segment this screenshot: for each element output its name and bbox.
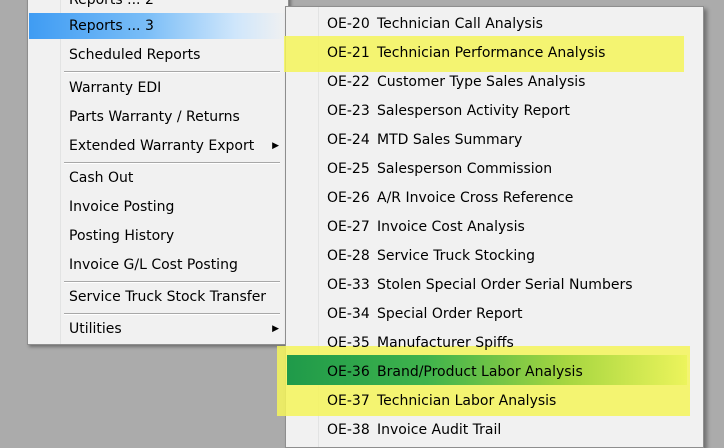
report-code: OE-27: [327, 219, 370, 235]
menu-separator: [64, 281, 280, 283]
menu-item-cash-out[interactable]: Cash Out: [61, 165, 285, 191]
report-label: Invoice Audit Trail: [377, 422, 502, 438]
report-label: Brand/Product Labor Analysis: [377, 364, 583, 380]
menu-item-label: Cash Out: [69, 170, 134, 186]
report-code: OE-24: [327, 132, 370, 148]
menu-item-scheduled-reports[interactable]: Scheduled Reports: [61, 42, 285, 68]
report-label: Technician Labor Analysis: [377, 393, 557, 409]
report-code: OE-36: [327, 364, 370, 380]
report-code: OE-21: [327, 45, 370, 61]
submenu-arrow-icon: ▶: [272, 324, 279, 334]
menu-item-warranty-edi[interactable]: Warranty EDI: [61, 75, 285, 101]
menu-separator: [64, 162, 280, 164]
menu-item-reports-2[interactable]: Reports ... 2: [61, 0, 285, 13]
menu-item-oe-36[interactable]: OE-36 Brand/Product Labor Analysis: [319, 358, 689, 387]
report-label: Salesperson Activity Report: [377, 103, 570, 119]
report-code: OE-25: [327, 161, 370, 177]
menu-item-parts-warranty-returns[interactable]: Parts Warranty / Returns: [61, 104, 285, 130]
menu-separator: [64, 71, 280, 73]
report-label: MTD Sales Summary: [377, 132, 523, 148]
report-label: Invoice Cost Analysis: [377, 219, 525, 235]
menu-item-label: Extended Warranty Export: [69, 138, 255, 154]
menu-item-oe-25[interactable]: OE-25 Salesperson Commission: [319, 155, 689, 184]
menu-item-oe-27[interactable]: OE-27 Invoice Cost Analysis: [319, 213, 689, 242]
menu-item-oe-23[interactable]: OE-23 Salesperson Activity Report: [319, 97, 689, 126]
report-code: OE-26: [327, 190, 370, 206]
report-code: OE-34: [327, 306, 370, 322]
report-label: Special Order Report: [377, 306, 523, 322]
menu-item-oe-38[interactable]: OE-38 Invoice Audit Trail: [319, 416, 689, 445]
menu-item-label: Posting History: [69, 228, 175, 244]
report-label: Manufacturer Spiffs: [377, 335, 514, 351]
menu-item-oe-35[interactable]: OE-35 Manufacturer Spiffs: [319, 329, 689, 358]
menu-item-oe-28[interactable]: OE-28 Service Truck Stocking: [319, 242, 689, 271]
report-label: Salesperson Commission: [377, 161, 553, 177]
menu-item-oe-34[interactable]: OE-34 Special Order Report: [319, 300, 689, 329]
menu-gutter: [28, 0, 60, 344]
menu-item-label: Reports ... 2: [69, 0, 154, 8]
menu-item-service-truck-stock-transfer[interactable]: Service Truck Stock Transfer: [61, 284, 285, 310]
report-label: Customer Type Sales Analysis: [377, 74, 586, 90]
menu-item-label: Invoice Posting: [69, 199, 175, 215]
menu-item-oe-20[interactable]: OE-20 Technician Call Analysis: [319, 10, 689, 39]
menu-item-posting-history[interactable]: Posting History: [61, 223, 285, 249]
report-label: Stolen Special Order Serial Numbers: [377, 277, 633, 293]
report-code: OE-38: [327, 422, 370, 438]
menu-item-reports-3[interactable]: Reports ... 3: [29, 13, 287, 39]
report-code: OE-33: [327, 277, 370, 293]
report-code: OE-28: [327, 248, 370, 264]
menu-item-oe-26[interactable]: OE-26 A/R Invoice Cross Reference: [319, 184, 689, 213]
menu-item-invoice-gl-cost-posting[interactable]: Invoice G/L Cost Posting: [61, 252, 285, 278]
parent-menu: Reports ... 2 Reports ... 3 Scheduled Re…: [27, 0, 289, 345]
menu-item-invoice-posting[interactable]: Invoice Posting: [61, 194, 285, 220]
report-code: OE-23: [327, 103, 370, 119]
report-code: OE-37: [327, 393, 370, 409]
menu-item-utilities[interactable]: Utilities ▶: [61, 316, 285, 342]
menu-item-label: Scheduled Reports: [69, 47, 201, 63]
report-code: OE-22: [327, 74, 370, 90]
report-label: Technician Call Analysis: [377, 16, 543, 32]
submenu-arrow-icon: ▶: [272, 141, 279, 151]
menu-item-oe-37[interactable]: OE-37 Technician Labor Analysis: [319, 387, 689, 416]
report-label: Technician Performance Analysis: [377, 45, 606, 61]
menu-separator: [64, 313, 280, 315]
menu-item-label: Utilities: [69, 321, 122, 337]
menu-item-oe-22[interactable]: OE-22 Customer Type Sales Analysis: [319, 68, 689, 97]
submenu-items: OE-20 Technician Call Analysis OE-21 Techn…: [285, 6, 702, 446]
menu-item-oe-24[interactable]: OE-24 MTD Sales Summary: [319, 126, 689, 155]
report-code: OE-20: [327, 16, 370, 32]
report-code: OE-35: [327, 335, 370, 351]
report-label: Service Truck Stocking: [377, 248, 535, 264]
report-label: A/R Invoice Cross Reference: [377, 190, 574, 206]
menu-item-oe-33[interactable]: OE-33 Stolen Special Order Serial Numbers: [319, 271, 689, 300]
menu-item-extended-warranty-export[interactable]: Extended Warranty Export ▶: [61, 133, 285, 159]
menu-item-label: Warranty EDI: [69, 80, 162, 96]
menu-item-label: Reports ... 3: [69, 18, 154, 34]
menu-item-label: Service Truck Stock Transfer: [69, 289, 267, 305]
menu-item-oe-21[interactable]: OE-21 Technician Performance Analysis: [319, 39, 689, 68]
menu-item-label: Parts Warranty / Returns: [69, 109, 240, 125]
menu-item-label: Invoice G/L Cost Posting: [69, 257, 238, 273]
